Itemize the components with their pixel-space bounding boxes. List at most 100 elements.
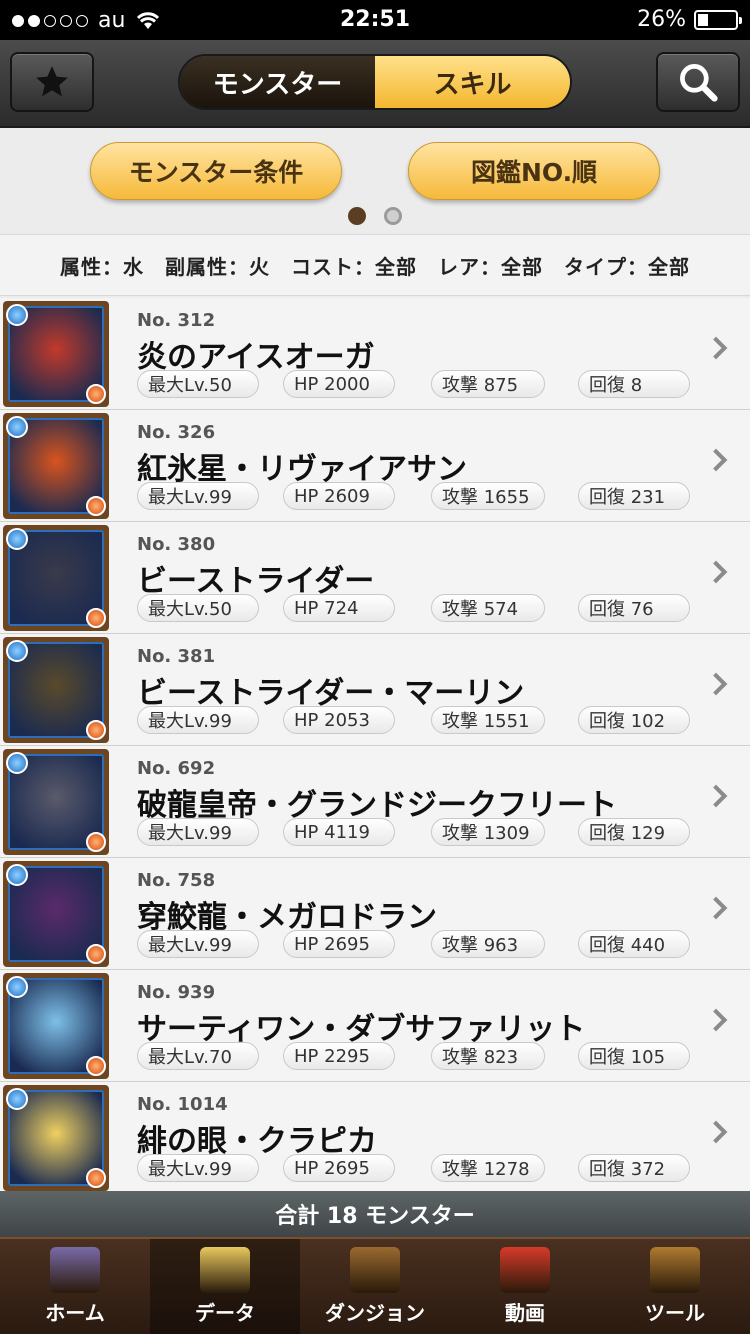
status-bar: au 22:51 26% — [0, 0, 750, 40]
chevron-right-icon — [704, 336, 728, 360]
gate-icon — [350, 1247, 400, 1293]
fire-subattribute-icon — [86, 832, 106, 852]
page-dot-active — [348, 207, 366, 225]
attack-stat: 攻撃 1278 — [431, 1154, 545, 1182]
chevron-right-icon — [704, 560, 728, 584]
attack-stat: 攻撃 1655 — [431, 482, 545, 510]
list-item[interactable]: No. 380 ビーストライダー 最大Lv.50 HP 724 攻撃 574 回… — [0, 522, 750, 634]
fire-subattribute-icon — [86, 608, 106, 628]
monster-thumbnail — [3, 861, 109, 967]
tab-bar: ホーム データ ダンジョン 動画 ツール — [0, 1237, 750, 1334]
monster-number: No. 758 — [137, 870, 216, 891]
total-count: 合計 18 モンスター — [0, 1191, 750, 1237]
recovery-stat: 回復 129 — [578, 818, 690, 846]
tab-label: ホーム — [45, 1301, 105, 1325]
list-item[interactable]: No. 939 サーティワン・ダブサファリット 最大Lv.70 HP 2295 … — [0, 970, 750, 1082]
monster-number: No. 312 — [137, 310, 216, 331]
quill-icon — [50, 1247, 100, 1293]
fire-subattribute-icon — [86, 1168, 106, 1188]
chevron-right-icon — [704, 448, 728, 472]
attack-stat: 攻撃 963 — [431, 930, 545, 958]
list-item[interactable]: No. 326 紅氷星・リヴァイアサン 最大Lv.99 HP 2609 攻撃 1… — [0, 410, 750, 522]
monster-thumbnail — [3, 301, 109, 407]
monster-condition-button[interactable]: モンスター条件 — [90, 142, 342, 200]
favorite-button[interactable] — [10, 52, 94, 112]
star-icon — [36, 66, 68, 97]
search-button[interactable] — [656, 52, 740, 112]
play-icon — [500, 1247, 550, 1293]
chevron-right-icon — [704, 1008, 728, 1032]
fire-subattribute-icon — [86, 496, 106, 516]
list-item[interactable]: No. 758 穿鮫龍・メガロドラン 最大Lv.99 HP 2695 攻撃 96… — [0, 858, 750, 970]
tab-chest[interactable]: ツール — [600, 1239, 750, 1334]
monster-list: No. 312 炎のアイスオーガ 最大Lv.50 HP 2000 攻撃 875 … — [0, 298, 750, 1191]
attack-stat: 攻撃 823 — [431, 1042, 545, 1070]
list-item[interactable]: No. 312 炎のアイスオーガ 最大Lv.50 HP 2000 攻撃 875 … — [0, 298, 750, 410]
fire-subattribute-icon — [86, 1056, 106, 1076]
chevron-right-icon — [704, 784, 728, 808]
search-icon — [680, 64, 718, 102]
filter-summary: 属性：水 副属性：火 コスト：全部 レア：全部 タイプ：全部 — [0, 234, 750, 296]
segment-control: モンスター スキル — [178, 54, 572, 110]
hp-stat: HP 2609 — [283, 482, 395, 510]
hp-stat: HP 2695 — [283, 1154, 395, 1182]
tab-label: ツール — [645, 1301, 705, 1325]
fire-subattribute-icon — [86, 384, 106, 404]
tab-book[interactable]: データ — [150, 1239, 300, 1334]
list-item[interactable]: No. 1014 緋の眼・クラピカ 最大Lv.99 HP 2695 攻撃 127… — [0, 1082, 750, 1191]
list-item[interactable]: No. 692 破龍皇帝・グランドジークフリート 最大Lv.99 HP 4119… — [0, 746, 750, 858]
tab-quill[interactable]: ホーム — [0, 1239, 150, 1334]
chevron-right-icon — [704, 896, 728, 920]
hp-stat: HP 2295 — [283, 1042, 395, 1070]
tab-gate[interactable]: ダンジョン — [300, 1239, 450, 1334]
water-attribute-icon — [6, 640, 28, 662]
hp-stat: HP 4119 — [283, 818, 395, 846]
recovery-stat: 回復 231 — [578, 482, 690, 510]
monster-thumbnail — [3, 973, 109, 1079]
attack-stat: 攻撃 875 — [431, 370, 545, 398]
nav-bar: モンスター スキル — [0, 40, 750, 128]
monster-number: No. 381 — [137, 646, 216, 667]
water-attribute-icon — [6, 304, 28, 326]
attack-stat: 攻撃 1551 — [431, 706, 545, 734]
tab-label: ダンジョン — [325, 1301, 425, 1325]
tab-label: データ — [195, 1301, 255, 1325]
book-icon — [200, 1247, 250, 1293]
water-attribute-icon — [6, 416, 28, 438]
recovery-stat: 回復 102 — [578, 706, 690, 734]
max-level: 最大Lv.99 — [137, 706, 259, 734]
attack-stat: 攻撃 574 — [431, 594, 545, 622]
fire-subattribute-icon — [86, 720, 106, 740]
monster-number: No. 326 — [137, 422, 216, 443]
recovery-stat: 回復 372 — [578, 1154, 690, 1182]
monster-thumbnail — [3, 1085, 109, 1191]
battery-icon — [694, 9, 742, 30]
monster-number: No. 692 — [137, 758, 216, 779]
battery-percent: 26% — [637, 7, 686, 32]
monster-number: No. 1014 — [137, 1094, 228, 1115]
tab-skill[interactable]: スキル — [375, 56, 570, 108]
hp-stat: HP 2000 — [283, 370, 395, 398]
monster-thumbnail — [3, 413, 109, 519]
recovery-stat: 回復 8 — [578, 370, 690, 398]
monster-thumbnail — [3, 749, 109, 855]
tab-play[interactable]: 動画 — [450, 1239, 600, 1334]
chevron-right-icon — [704, 672, 728, 696]
monster-number: No. 939 — [137, 982, 216, 1003]
water-attribute-icon — [6, 1088, 28, 1110]
chest-icon — [650, 1247, 700, 1293]
recovery-stat: 回復 105 — [578, 1042, 690, 1070]
hp-stat: HP 2053 — [283, 706, 395, 734]
recovery-stat: 回復 440 — [578, 930, 690, 958]
list-item[interactable]: No. 381 ビーストライダー・マーリン 最大Lv.99 HP 2053 攻撃… — [0, 634, 750, 746]
sort-order-button[interactable]: 図鑑NO.順 — [408, 142, 660, 200]
fire-subattribute-icon — [86, 944, 106, 964]
attack-stat: 攻撃 1309 — [431, 818, 545, 846]
max-level: 最大Lv.99 — [137, 1154, 259, 1182]
monster-number: No. 380 — [137, 534, 216, 555]
max-level: 最大Lv.99 — [137, 930, 259, 958]
chevron-right-icon — [704, 1120, 728, 1144]
tab-monster[interactable]: モンスター — [180, 56, 375, 108]
hp-stat: HP 2695 — [283, 930, 395, 958]
max-level: 最大Lv.99 — [137, 818, 259, 846]
